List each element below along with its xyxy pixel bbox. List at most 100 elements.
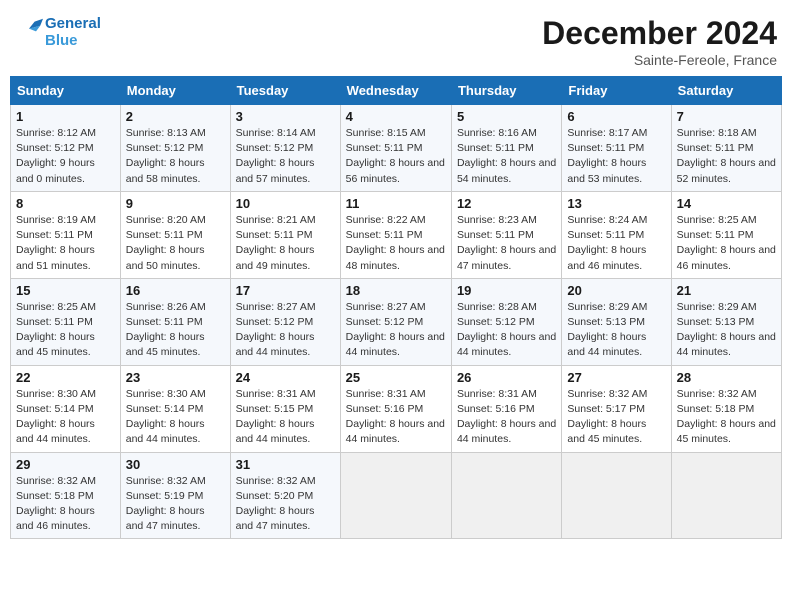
day-detail: Sunrise: 8:28 AMSunset: 5:12 PMDaylight:… [457,300,556,361]
calendar-cell [562,452,671,539]
calendar-cell: 13 Sunrise: 8:24 AMSunset: 5:11 PMDayligh… [562,191,671,278]
weekday-header: Tuesday [230,77,340,105]
day-number: 10 [236,196,335,211]
calendar-cell: 24 Sunrise: 8:31 AMSunset: 5:15 PMDayligh… [230,365,340,452]
day-number: 12 [457,196,556,211]
day-detail: Sunrise: 8:31 AMSunset: 5:16 PMDaylight:… [346,387,446,448]
weekday-header: Thursday [451,77,561,105]
title-block: December 2024 Sainte-Fereole, France [542,15,777,68]
day-detail: Sunrise: 8:24 AMSunset: 5:11 PMDaylight:… [567,213,665,274]
day-number: 21 [677,283,776,298]
calendar-cell: 21 Sunrise: 8:29 AMSunset: 5:13 PMDayligh… [671,278,781,365]
day-detail: Sunrise: 8:30 AMSunset: 5:14 PMDaylight:… [16,387,115,448]
calendar-cell: 1 Sunrise: 8:12 AMSunset: 5:12 PMDaylight… [11,105,121,192]
calendar-cell [340,452,451,539]
calendar-week-row: 22 Sunrise: 8:30 AMSunset: 5:14 PMDayligh… [11,365,782,452]
calendar-cell: 27 Sunrise: 8:32 AMSunset: 5:17 PMDayligh… [562,365,671,452]
logo-bird-icon [15,16,43,44]
calendar-cell: 17 Sunrise: 8:27 AMSunset: 5:12 PMDayligh… [230,278,340,365]
day-number: 19 [457,283,556,298]
day-number: 5 [457,109,556,124]
day-detail: Sunrise: 8:32 AMSunset: 5:18 PMDaylight:… [16,474,115,535]
weekday-header: Sunday [11,77,121,105]
day-number: 14 [677,196,776,211]
day-number: 13 [567,196,665,211]
calendar-cell: 31 Sunrise: 8:32 AMSunset: 5:20 PMDayligh… [230,452,340,539]
calendar-cell: 18 Sunrise: 8:27 AMSunset: 5:12 PMDayligh… [340,278,451,365]
calendar-cell: 6 Sunrise: 8:17 AMSunset: 5:11 PMDaylight… [562,105,671,192]
calendar-cell: 28Sunrise: 8:32 AMSunset: 5:18 PMDayligh… [671,365,781,452]
calendar-cell [451,452,561,539]
calendar-cell: 19 Sunrise: 8:28 AMSunset: 5:12 PMDayligh… [451,278,561,365]
day-number: 16 [126,283,225,298]
day-detail: Sunrise: 8:18 AMSunset: 5:11 PMDaylight:… [677,126,776,187]
day-detail: Sunrise: 8:13 AMSunset: 5:12 PMDaylight:… [126,126,225,187]
day-number: 27 [567,370,665,385]
day-number: 15 [16,283,115,298]
day-detail: Sunrise: 8:27 AMSunset: 5:12 PMDaylight:… [236,300,335,361]
calendar-cell: 22 Sunrise: 8:30 AMSunset: 5:14 PMDayligh… [11,365,121,452]
day-detail: Sunrise: 8:15 AMSunset: 5:11 PMDaylight:… [346,126,446,187]
day-number: 17 [236,283,335,298]
day-detail: Sunrise: 8:19 AMSunset: 5:11 PMDaylight:… [16,213,115,274]
calendar-table: SundayMondayTuesdayWednesdayThursdayFrid… [10,76,782,539]
page-header: General Blue December 2024 Sainte-Fereol… [10,10,782,68]
calendar-cell: 11Sunrise: 8:22 AMSunset: 5:11 PMDayligh… [340,191,451,278]
calendar-body: 1 Sunrise: 8:12 AMSunset: 5:12 PMDaylight… [11,105,782,539]
day-detail: Sunrise: 8:32 AMSunset: 5:19 PMDaylight:… [126,474,225,535]
calendar-cell: 4 Sunrise: 8:15 AMSunset: 5:11 PMDaylight… [340,105,451,192]
calendar-cell: 23 Sunrise: 8:30 AMSunset: 5:14 PMDayligh… [120,365,230,452]
location-title: Sainte-Fereole, France [542,52,777,68]
day-detail: Sunrise: 8:12 AMSunset: 5:12 PMDaylight:… [16,126,115,187]
weekday-header: Monday [120,77,230,105]
day-number: 18 [346,283,446,298]
day-number: 31 [236,457,335,472]
calendar-week-row: 15 Sunrise: 8:25 AMSunset: 5:11 PMDayligh… [11,278,782,365]
day-number: 9 [126,196,225,211]
day-number: 22 [16,370,115,385]
weekday-header: Saturday [671,77,781,105]
calendar-cell: 8 Sunrise: 8:19 AMSunset: 5:11 PMDaylight… [11,191,121,278]
day-number: 23 [126,370,225,385]
day-detail: Sunrise: 8:29 AMSunset: 5:13 PMDaylight:… [677,300,776,361]
day-detail: Sunrise: 8:32 AMSunset: 5:17 PMDaylight:… [567,387,665,448]
day-number: 1 [16,109,115,124]
calendar-cell: 15 Sunrise: 8:25 AMSunset: 5:11 PMDayligh… [11,278,121,365]
calendar-week-row: 29 Sunrise: 8:32 AMSunset: 5:18 PMDayligh… [11,452,782,539]
day-detail: Sunrise: 8:21 AMSunset: 5:11 PMDaylight:… [236,213,335,274]
day-number: 28 [677,370,776,385]
day-number: 26 [457,370,556,385]
day-number: 8 [16,196,115,211]
day-detail: Sunrise: 8:14 AMSunset: 5:12 PMDaylight:… [236,126,335,187]
day-detail: Sunrise: 8:25 AMSunset: 5:11 PMDaylight:… [16,300,115,361]
day-detail: Sunrise: 8:29 AMSunset: 5:13 PMDaylight:… [567,300,665,361]
day-detail: Sunrise: 8:27 AMSunset: 5:12 PMDaylight:… [346,300,446,361]
weekday-header: Wednesday [340,77,451,105]
day-detail: Sunrise: 8:17 AMSunset: 5:11 PMDaylight:… [567,126,665,187]
day-detail: Sunrise: 8:22 AMSunset: 5:11 PMDaylight:… [346,213,446,274]
calendar-cell: 7 Sunrise: 8:18 AMSunset: 5:11 PMDaylight… [671,105,781,192]
day-number: 20 [567,283,665,298]
day-detail: Sunrise: 8:30 AMSunset: 5:14 PMDaylight:… [126,387,225,448]
day-number: 25 [346,370,446,385]
calendar-cell: 25 Sunrise: 8:31 AMSunset: 5:16 PMDayligh… [340,365,451,452]
day-number: 7 [677,109,776,124]
calendar-cell: 20 Sunrise: 8:29 AMSunset: 5:13 PMDayligh… [562,278,671,365]
calendar-cell: 9 Sunrise: 8:20 AMSunset: 5:11 PMDaylight… [120,191,230,278]
day-detail: Sunrise: 8:32 AMSunset: 5:20 PMDaylight:… [236,474,335,535]
calendar-week-row: 8 Sunrise: 8:19 AMSunset: 5:11 PMDaylight… [11,191,782,278]
day-number: 6 [567,109,665,124]
calendar-cell: 12Sunrise: 8:23 AMSunset: 5:11 PMDayligh… [451,191,561,278]
day-number: 29 [16,457,115,472]
day-detail: Sunrise: 8:20 AMSunset: 5:11 PMDaylight:… [126,213,225,274]
day-number: 4 [346,109,446,124]
calendar-cell: 10 Sunrise: 8:21 AMSunset: 5:11 PMDayligh… [230,191,340,278]
day-detail: Sunrise: 8:25 AMSunset: 5:11 PMDaylight:… [677,213,776,274]
calendar-cell: 26 Sunrise: 8:31 AMSunset: 5:16 PMDayligh… [451,365,561,452]
day-detail: Sunrise: 8:31 AMSunset: 5:15 PMDaylight:… [236,387,335,448]
day-detail: Sunrise: 8:31 AMSunset: 5:16 PMDaylight:… [457,387,556,448]
calendar-cell [671,452,781,539]
calendar-cell: 14 Sunrise: 8:25 AMSunset: 5:11 PMDayligh… [671,191,781,278]
weekday-header-row: SundayMondayTuesdayWednesdayThursdayFrid… [11,77,782,105]
day-number: 24 [236,370,335,385]
